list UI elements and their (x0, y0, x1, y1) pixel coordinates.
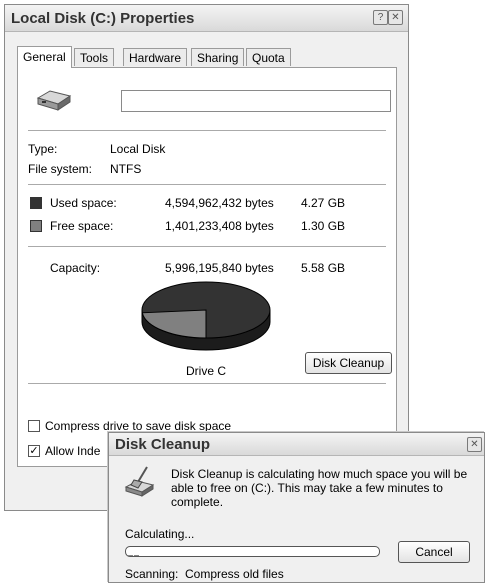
tab-quota[interactable]: Quota (246, 48, 291, 66)
window-title: Local Disk (C:) Properties (11, 10, 195, 27)
compress-label: Compress drive to save disk space (45, 419, 232, 433)
progress-block (128, 555, 133, 556)
index-checkbox[interactable]: ✓ (28, 445, 40, 457)
capacity-label: Capacity: (50, 261, 101, 275)
cleanup-title-bar[interactable]: Disk Cleanup ✕ (109, 433, 484, 456)
cleanup-title: Disk Cleanup (115, 436, 211, 453)
free-space-bytes: 1,401,233,408 bytes (165, 219, 274, 233)
file-system-label: File system: (28, 162, 93, 176)
general-panel: Type: Local Disk File system: NTFS Used … (17, 67, 397, 467)
separator (28, 246, 386, 247)
help-icon[interactable]: ? (373, 10, 388, 25)
tab-sharing[interactable]: Sharing (191, 48, 245, 66)
file-system-value: NTFS (110, 162, 142, 176)
cleanup-message: Disk Cleanup is calculating how much spa… (171, 467, 468, 509)
tab-general[interactable]: General (17, 46, 72, 68)
type-value: Local Disk (110, 142, 166, 156)
free-space-label: Free space: (50, 219, 114, 233)
free-space-swatch (30, 220, 42, 232)
used-space-swatch (30, 197, 42, 209)
close-icon[interactable]: ✕ (388, 10, 403, 25)
tab-tools[interactable]: Tools (74, 48, 115, 66)
scanning-value: Compress old files (185, 567, 284, 581)
disk-cleanup-dialog: Disk Cleanup ✕ Disk Cleanup is calculati… (108, 432, 485, 583)
type-label: Type: (28, 142, 58, 156)
used-space-bytes: 4,594,962,432 bytes (165, 196, 274, 210)
cancel-button[interactable]: Cancel (398, 541, 470, 563)
used-space-label: Used space: (50, 196, 117, 210)
scan-progress-bar (125, 546, 380, 557)
used-space-gb: 4.27 GB (301, 196, 346, 210)
hard-drive-icon (36, 90, 72, 111)
disk-cleanup-icon (124, 466, 155, 497)
title-bar[interactable]: Local Disk (C:) Properties ? ✕ (5, 5, 408, 32)
compress-checkbox[interactable] (28, 420, 40, 432)
capacity-bytes: 5,996,195,840 bytes (165, 261, 274, 275)
tab-hardware[interactable]: Hardware (123, 48, 188, 66)
index-label: Allow Inde (45, 444, 101, 458)
drive-label: Drive C (186, 364, 227, 378)
progress-fill (128, 549, 140, 556)
volume-label-input[interactable] (121, 90, 391, 112)
scanning-label: Scanning: (125, 567, 179, 581)
separator (28, 383, 386, 384)
disk-cleanup-button[interactable]: Disk Cleanup (305, 352, 392, 374)
separator (28, 184, 386, 185)
disk-usage-pie-chart (141, 281, 271, 351)
capacity-gb: 5.58 GB (301, 261, 346, 275)
separator (28, 130, 386, 131)
progress-block (134, 555, 139, 556)
free-space-gb: 1.30 GB (301, 219, 346, 233)
close-icon[interactable]: ✕ (467, 437, 482, 452)
calculating-label: Calculating... (125, 527, 195, 541)
